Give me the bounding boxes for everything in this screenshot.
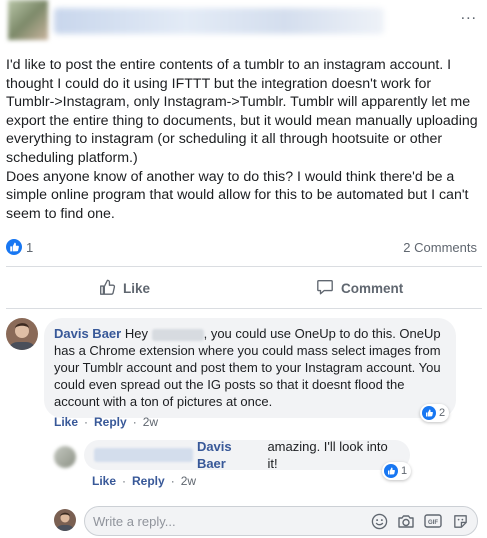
comment-button-label: Comment <box>341 280 404 296</box>
comment-author[interactable]: Davis Baer <box>54 326 121 341</box>
emoji-icon[interactable] <box>370 512 388 530</box>
separator-dot: · <box>170 474 175 488</box>
like-reaction-icon <box>6 239 22 255</box>
post-text: I'd like to post the entire contents of … <box>6 57 478 222</box>
reply-text: amazing. I'll look into it! <box>267 439 388 471</box>
gif-icon[interactable]: GIF <box>424 512 442 530</box>
comment-reply-link[interactable]: Reply <box>94 415 127 429</box>
divider <box>6 308 482 309</box>
comment-icon <box>316 278 334 299</box>
reply-reply-link[interactable]: Reply <box>132 474 165 488</box>
like-reaction-icon <box>422 406 436 420</box>
comment-meta: Like · Reply · 2w <box>54 415 158 429</box>
comment-time[interactable]: 2w <box>143 415 158 429</box>
sticker-icon[interactable] <box>451 512 469 530</box>
comment-text-start: Hey <box>124 326 148 341</box>
reply-reaction-count: 1 <box>401 465 408 477</box>
reply-author-avatar[interactable] <box>54 446 76 468</box>
thumbs-up-icon <box>98 278 116 299</box>
reply-author[interactable]: Davis Baer <box>197 438 264 472</box>
comments-count-link[interactable]: 2 Comments <box>403 240 477 255</box>
author-name-redacted <box>54 8 384 34</box>
like-button-label: Like <box>123 280 151 296</box>
reply-meta: Like · Reply · 2w <box>92 474 196 488</box>
post-header: ... <box>0 0 487 50</box>
separator-dot: · <box>84 415 89 429</box>
reply-reactions[interactable]: 1 <box>382 462 412 480</box>
redacted-name <box>151 328 204 341</box>
current-user-avatar <box>54 509 76 531</box>
reply-box: GIF <box>84 506 478 536</box>
separator-dot: · <box>132 415 137 429</box>
comment-button[interactable]: Comment <box>316 276 403 300</box>
comment-reactions[interactable]: 2 <box>420 404 450 422</box>
like-button[interactable]: Like <box>98 276 150 300</box>
reactions-summary[interactable]: 1 <box>6 238 33 256</box>
comment-like-link[interactable]: Like <box>54 415 78 429</box>
reply-input[interactable] <box>85 507 345 535</box>
comment-reaction-count: 2 <box>439 407 446 419</box>
redacted-name <box>94 448 193 462</box>
like-count: 1 <box>26 239 34 255</box>
svg-text:GIF: GIF <box>428 520 438 526</box>
reply-toolbar: GIF <box>370 512 469 530</box>
reply-time[interactable]: 2w <box>181 474 196 488</box>
author-avatar[interactable] <box>8 0 48 40</box>
reply-like-link[interactable]: Like <box>92 474 116 488</box>
commenter-avatar[interactable] <box>6 318 38 350</box>
comment-bubble: Davis Baer Hey , you could use OneUp to … <box>44 318 456 418</box>
more-icon[interactable]: ... <box>461 6 477 24</box>
divider <box>6 266 482 267</box>
like-reaction-icon <box>384 464 398 478</box>
reply-bubble: Davis Baer amazing. I'll look into it! <box>84 438 410 472</box>
separator-dot: · <box>122 474 127 488</box>
camera-icon[interactable] <box>397 512 415 530</box>
